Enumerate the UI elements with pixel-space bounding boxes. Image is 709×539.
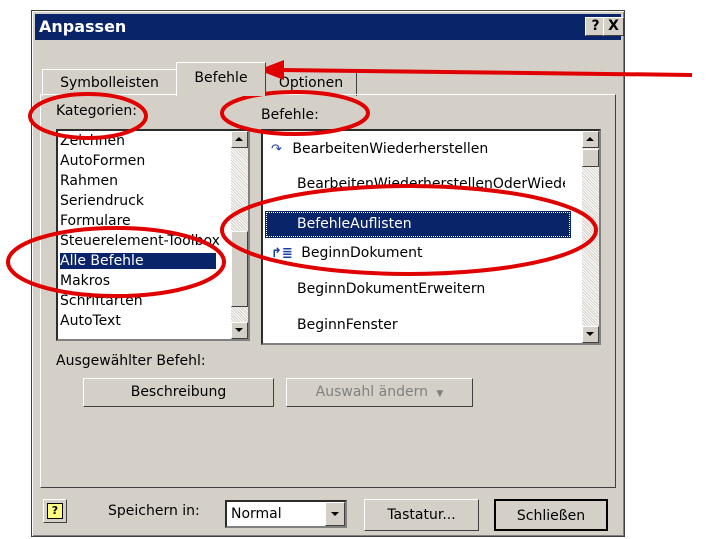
scroll-thumb[interactable] (582, 149, 599, 167)
categories-label: Kategorien: (56, 103, 137, 119)
arrow-up-icon (586, 137, 594, 141)
modify-selection-label: Auswahl ändern (315, 384, 428, 400)
list-item-selected[interactable]: BefehleAuflisten (265, 211, 571, 238)
list-item[interactable]: AutoFormen (60, 153, 145, 169)
modify-selection-button[interactable]: Auswahl ändern ▼ (286, 378, 473, 407)
dialog-title: Anpassen (39, 17, 127, 36)
list-item[interactable]: Schriftarten (60, 293, 143, 309)
tab-symbolleisten[interactable]: Symbolleisten (42, 69, 177, 96)
tab-optionen-label: Optionen (278, 75, 344, 91)
categories-listbox[interactable]: Zeichnen AutoFormen Rahmen Seriendruck F… (56, 129, 250, 341)
list-item[interactable]: ↱≣ BeginnDokument (271, 245, 423, 261)
list-icon: ↱≣ (271, 246, 293, 261)
list-item[interactable]: BearbeitenWiederherstellenOderWiederhole… (297, 176, 565, 192)
categories-scrollbar[interactable] (231, 131, 248, 339)
list-item[interactable]: Formulare (60, 213, 131, 229)
save-in-label: Speichern in: (108, 503, 200, 519)
arrow-down-icon (235, 328, 243, 332)
scroll-up-button[interactable] (582, 131, 599, 148)
help-button[interactable]: ? (43, 499, 67, 523)
commands-label: Befehle: (261, 107, 319, 123)
scroll-down-button[interactable] (231, 322, 248, 339)
list-item-selected[interactable]: Alle Befehle (60, 253, 216, 269)
list-item[interactable]: BeginnDokumentErweitern (297, 281, 485, 297)
save-in-value: Normal (231, 506, 282, 522)
customize-dialog: Anpassen ? X Symbolleisten Befehle Optio… (31, 10, 625, 537)
commands-scrollbar[interactable] (582, 131, 599, 343)
list-item-label: BeginnDokument (301, 245, 423, 261)
close-title-button[interactable]: X (603, 17, 624, 36)
chevron-down-icon (331, 512, 339, 516)
help-icon: ? (47, 503, 63, 519)
arrow-up-icon (235, 137, 243, 141)
title-bar: Anpassen ? X (35, 14, 624, 40)
scroll-up-button[interactable] (231, 131, 248, 148)
arrow-down-icon (586, 332, 594, 336)
list-item[interactable]: Makros (60, 273, 110, 289)
close-button[interactable]: Schließen (494, 499, 608, 531)
scroll-thumb[interactable] (231, 231, 248, 307)
tab-symbolleisten-label: Symbolleisten (60, 75, 159, 91)
save-in-combo[interactable]: Normal (225, 500, 347, 528)
commands-listbox[interactable]: ↷ BearbeitenWiederherstellen BearbeitenW… (261, 129, 601, 345)
tab-optionen[interactable]: Optionen (265, 69, 357, 96)
tab-befehle[interactable]: Befehle (176, 62, 266, 96)
selected-command-label: Ausgewählter Befehl: (56, 353, 206, 369)
scroll-down-button[interactable] (582, 326, 599, 343)
list-item[interactable]: ↷ BearbeitenWiederherstellen (271, 141, 488, 157)
list-item-label: BearbeitenWiederherstellen (292, 141, 489, 157)
tab-befehle-label: Befehle (194, 70, 248, 86)
list-item-label: BefehleAuflisten (297, 216, 412, 232)
list-item[interactable]: Zeichnen (60, 133, 125, 149)
description-button[interactable]: Beschreibung (83, 378, 274, 407)
combo-dropdown-button[interactable] (325, 502, 345, 526)
keyboard-button[interactable]: Tastatur... (364, 499, 479, 531)
list-item[interactable]: Rahmen (60, 173, 118, 189)
list-item[interactable]: Steuerelement-Toolbox (60, 233, 220, 249)
list-item[interactable]: AutoText (60, 313, 121, 329)
list-item[interactable]: BeginnFenster (297, 317, 398, 333)
list-item[interactable]: Seriendruck (60, 193, 144, 209)
redo-icon: ↷ (271, 142, 282, 157)
dropdown-arrow-icon: ▼ (436, 389, 444, 399)
